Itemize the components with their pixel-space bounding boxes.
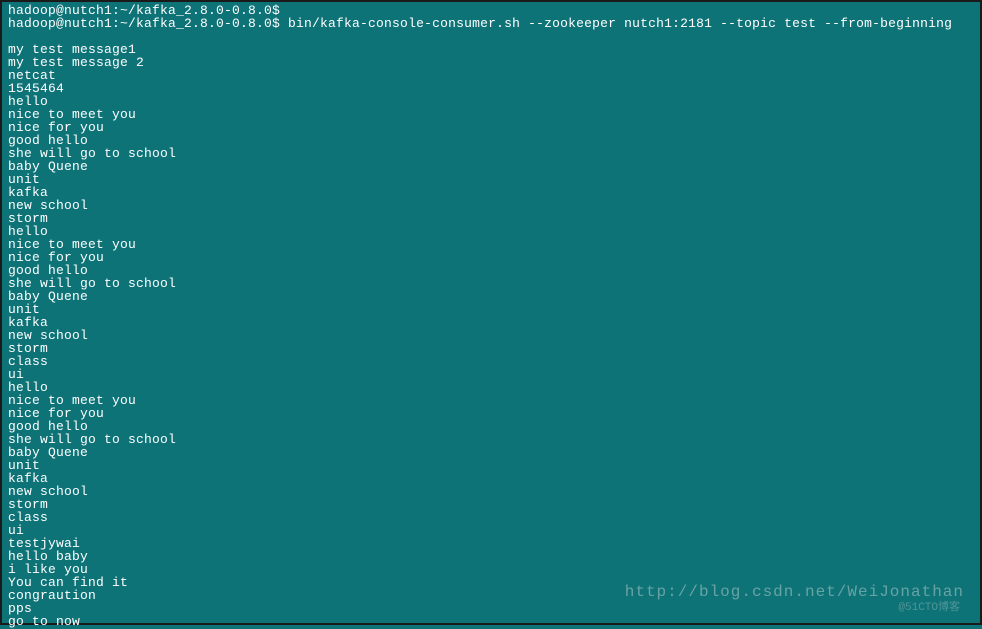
terminal-output-line: go to now	[8, 615, 974, 628]
terminal-output-line: 1545464	[8, 82, 974, 95]
terminal-output-line: storm	[8, 342, 974, 355]
terminal-output-line: storm	[8, 498, 974, 511]
terminal-output-line: unit	[8, 459, 974, 472]
terminal-output-line: kafka	[8, 186, 974, 199]
terminal-output-line: class	[8, 511, 974, 524]
terminal-output-line: kafka	[8, 472, 974, 485]
terminal-prompt-line[interactable]: hadoop@nutch1:~/kafka_2.8.0-0.8.0$ bin/k…	[8, 17, 974, 30]
terminal-output-line: she will go to school	[8, 147, 974, 160]
terminal-output-line: unit	[8, 173, 974, 186]
terminal-output-line: testjywai	[8, 537, 974, 550]
terminal-output-line: baby Quene	[8, 290, 974, 303]
terminal-output-line: she will go to school	[8, 277, 974, 290]
terminal-output-line: hello	[8, 95, 974, 108]
terminal-output-line: hello	[8, 225, 974, 238]
watermark-logo: @51CTO博客	[898, 602, 960, 615]
terminal-output-line: new school	[8, 199, 974, 212]
terminal-output-line: nice to meet you	[8, 394, 974, 407]
terminal-output-line: nice for you	[8, 251, 974, 264]
terminal-output-line: baby Quene	[8, 446, 974, 459]
terminal-output-line: baby Quene	[8, 160, 974, 173]
terminal-output-line: hello baby	[8, 550, 974, 563]
terminal-output-line: ui	[8, 524, 974, 537]
terminal-output-line: unit	[8, 303, 974, 316]
terminal-output-line: kafka	[8, 316, 974, 329]
terminal-output-line: ui	[8, 368, 974, 381]
terminal-output-line: nice for you	[8, 121, 974, 134]
watermark-url: http://blog.csdn.net/WeiJonathan	[625, 586, 964, 599]
terminal-output-line: my test message 2	[8, 56, 974, 69]
terminal-output-line: new school	[8, 329, 974, 342]
terminal-output-line: she will go to school	[8, 433, 974, 446]
terminal-output-line: netcat	[8, 69, 974, 82]
terminal-output-line: storm	[8, 212, 974, 225]
terminal-output-line: new school	[8, 485, 974, 498]
blank-line	[8, 30, 974, 43]
terminal-output-line: nice to meet you	[8, 238, 974, 251]
terminal-output-line: class	[8, 355, 974, 368]
terminal-output-line: my test message1	[8, 43, 974, 56]
terminal-output-line: i like you	[8, 563, 974, 576]
terminal-output-line: nice for you	[8, 407, 974, 420]
terminal-output: my test message1my test message 2netcat1…	[8, 43, 974, 628]
terminal-output-line: pps	[8, 602, 974, 615]
terminal-output-line: nice to meet you	[8, 108, 974, 121]
terminal-output-line: hello	[8, 381, 974, 394]
